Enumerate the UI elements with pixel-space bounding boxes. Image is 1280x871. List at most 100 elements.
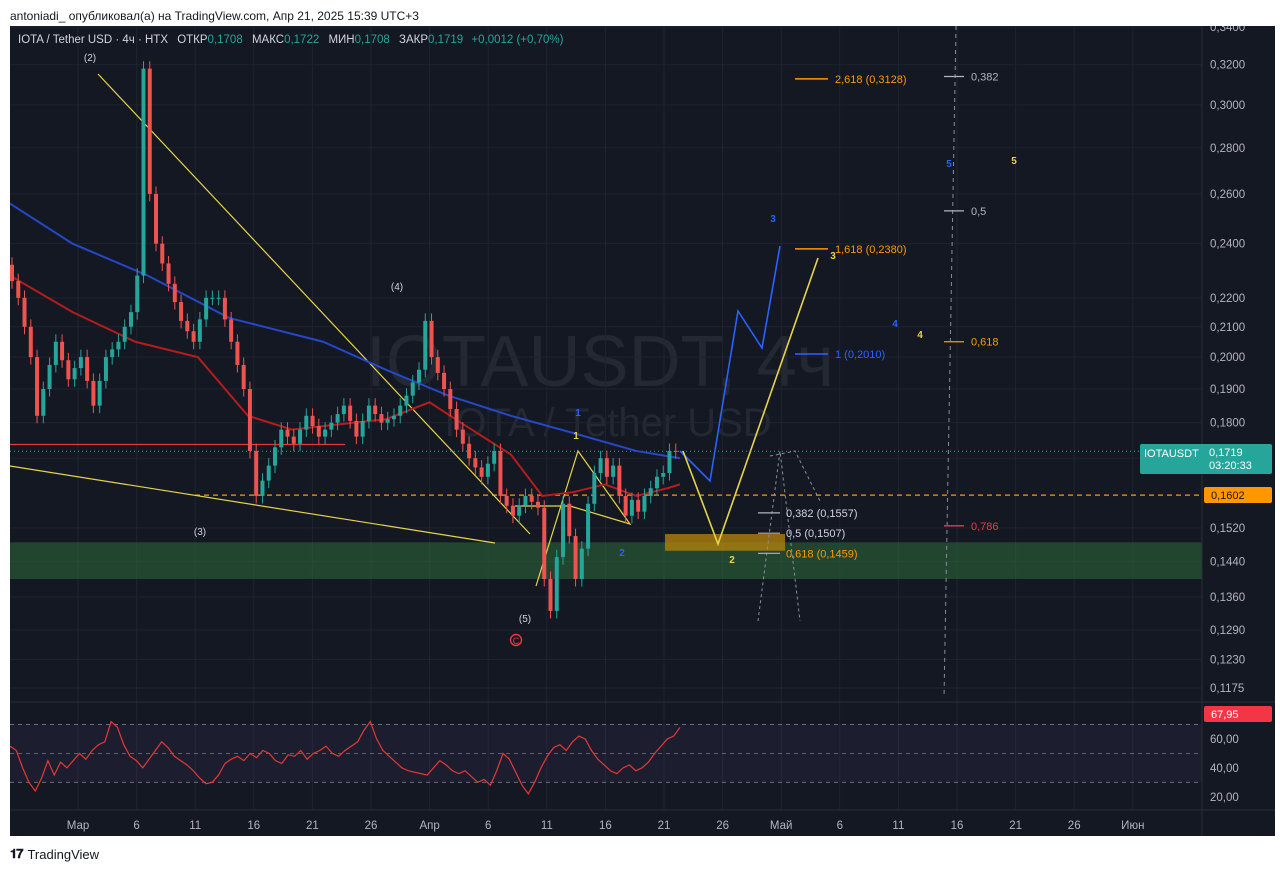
candle-body (648, 488, 653, 496)
candle-body (110, 349, 115, 358)
wave-label-past: (2) (84, 53, 96, 64)
rsi-tag: 67,95 (1204, 706, 1272, 722)
rsi-tick-label: 60,00 (1210, 734, 1239, 746)
wave-label-yellow: 5 (1011, 156, 1017, 167)
candle-body (485, 463, 490, 477)
candle-body (498, 450, 503, 496)
candle-body (341, 405, 346, 415)
candle-body (673, 450, 678, 452)
candle-body (360, 420, 365, 437)
candle-body (78, 357, 83, 369)
wave-label-blue: 4 (892, 319, 898, 330)
price-tick-label: 0,2400 (1210, 239, 1245, 251)
wave-label-past: (3) (194, 527, 206, 538)
chart-canvas[interactable]: IOTAUSDT, 4ч IOTA / Tether USD 2,618 (0,… (10, 26, 1275, 836)
candle-body (154, 193, 159, 244)
candle-body (479, 467, 484, 477)
time-tick-label: 21 (1009, 820, 1022, 832)
candle-body (517, 505, 522, 516)
candle-body (28, 326, 33, 358)
fib-right-label: 0,618 (971, 337, 999, 349)
candle-body (467, 443, 472, 459)
time-tick-label: 6 (133, 820, 139, 832)
candle-body (629, 499, 634, 516)
screenshot-frame: { "header": { "publisher_line": "antonia… (0, 0, 1280, 871)
candle-body (598, 458, 603, 474)
candle-body (529, 495, 534, 502)
candle-body (391, 415, 396, 420)
time-tick-label: 26 (716, 820, 729, 832)
wave-label-past: (4) (391, 282, 403, 293)
legend-change: +0,0012 (+0,70%) (471, 34, 564, 46)
time-tick-label: 26 (365, 820, 378, 832)
wave-label-yellow: 4 (917, 330, 923, 341)
candle-body (166, 263, 171, 284)
price-tag-symbol: IOTAUSDT (1144, 448, 1199, 460)
price-tick-label: 0,2000 (1210, 352, 1245, 364)
chart-area[interactable]: IOTAUSDT, 4ч IOTA / Tether USD 2,618 (0,… (10, 26, 1275, 836)
candle-body (417, 369, 422, 383)
candle-body (429, 320, 434, 358)
upper-trend-line (97, 73, 531, 535)
fib-lower-label: 0,382 (0,1557) (786, 508, 858, 520)
candle-body (266, 465, 271, 481)
legend-open-label: ОТКР (177, 34, 208, 46)
candle-body (72, 368, 77, 380)
rsi-tag-value: 67,95 (1211, 709, 1239, 721)
symbol-legend: IOTA / Tether USD · 4ч · HTX ОТКР0,1708 … (18, 34, 563, 46)
candle-body (235, 341, 240, 365)
candle-body (623, 495, 628, 516)
candle-body (298, 429, 303, 444)
candle-body (385, 419, 390, 423)
candle-body (197, 319, 202, 342)
fib-upper-label: 1 (0,2010) (835, 349, 885, 361)
candle-body (554, 557, 559, 611)
circle-c-label: C (513, 636, 520, 646)
wave-label-blue: 5 (946, 159, 952, 170)
candle-body (216, 297, 221, 299)
candle-body (135, 275, 140, 313)
price-tick-label: 0,1520 (1210, 523, 1245, 535)
fib-right-label: 0,5 (971, 206, 986, 218)
legend-symbol: IOTA / Tether USD · 4ч · HTX (18, 34, 168, 46)
fib-lower-label: 0,618 (0,1459) (786, 548, 858, 560)
candle-body (398, 405, 403, 416)
price-tag: IOTAUSDT 0,1719 03:20:33 (1140, 444, 1272, 474)
rsi-tick-label: 20,00 (1210, 792, 1239, 804)
lower-trend-line (10, 465, 496, 544)
fib-upper-label: 1,618 (0,2380) (835, 244, 907, 256)
candle-body (579, 548, 584, 580)
legend-low: 0,1708 (354, 34, 390, 46)
candle-body (310, 415, 315, 427)
price-tick-label: 0,1175 (1210, 683, 1244, 695)
footer-brand-text: TradingView (27, 846, 100, 862)
candle-body (116, 341, 121, 350)
candle-body (636, 499, 641, 512)
candle-body (160, 243, 165, 264)
candle-body (354, 420, 359, 437)
candle-body (366, 405, 371, 421)
legend-open: 0,1708 (207, 34, 243, 46)
candle-body (535, 501, 540, 508)
time-tick-label: 6 (837, 820, 843, 832)
price-tick-label: 0,3200 (1210, 60, 1245, 72)
wave-label-yellow: 3 (830, 251, 836, 262)
candle-body (510, 505, 515, 516)
candle-body (442, 372, 447, 390)
legend-high-label: МАКС (251, 34, 285, 46)
price-tick-label: 0,1440 (1210, 556, 1245, 568)
time-tick-label: 6 (485, 820, 491, 832)
candle-body (542, 507, 547, 580)
candle-body (573, 536, 578, 580)
candle-body (586, 503, 591, 549)
candle-body (492, 450, 497, 464)
candle-body (16, 281, 21, 298)
candle-body (35, 357, 40, 416)
time-tick-label: Май (770, 820, 793, 832)
price-tick-label: 0,3400 (1210, 26, 1245, 34)
candle-body (122, 326, 127, 342)
time-tick-label: 16 (951, 820, 964, 832)
candle-body (504, 495, 509, 506)
candle-body (279, 429, 284, 448)
time-tick-label: 16 (247, 820, 260, 832)
